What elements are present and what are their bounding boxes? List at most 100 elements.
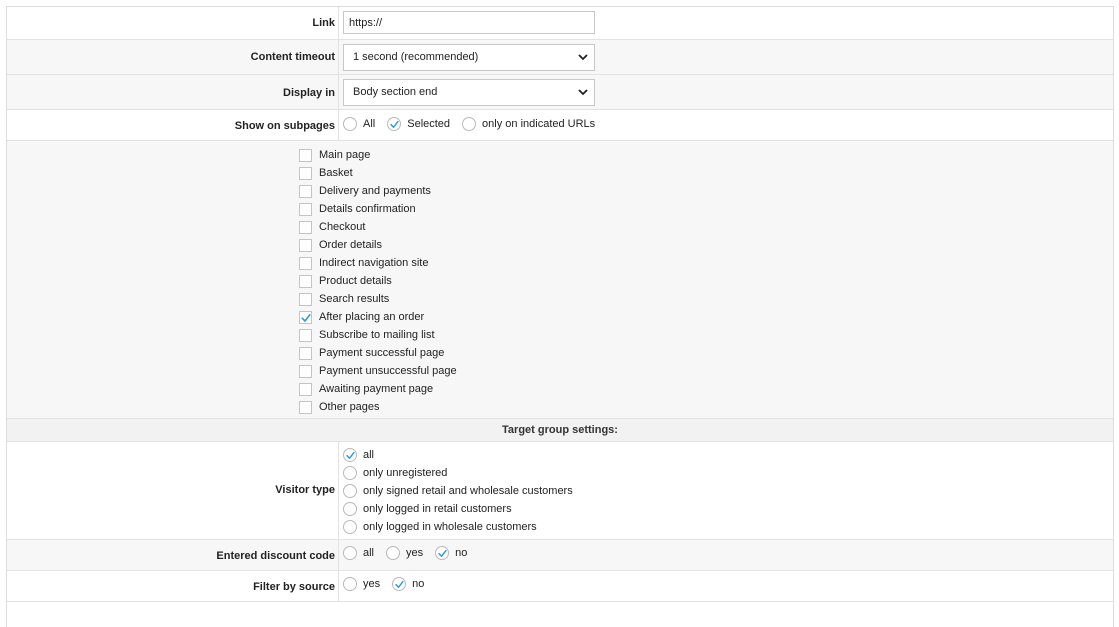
checkbox-icon[interactable]	[299, 346, 312, 360]
visitor-type-label: Visitor type	[275, 484, 335, 496]
discount-code-radios: all yes no	[343, 546, 479, 560]
subpage-checkbox-label: Subscribe to mailing list	[319, 329, 435, 341]
radio-icon[interactable]	[343, 546, 357, 560]
link-input[interactable]	[343, 11, 595, 34]
subpage-checkbox-item[interactable]: Other pages	[299, 398, 457, 416]
check-icon	[390, 120, 399, 128]
check-icon	[395, 580, 404, 588]
visitor-type-option[interactable]: only logged in retail customers	[343, 500, 573, 518]
subpage-checkbox-label: Awaiting payment page	[319, 383, 434, 395]
discount-code-option[interactable]: no	[435, 546, 467, 560]
checkbox-icon[interactable]	[299, 184, 312, 198]
subpage-checkbox-label: Payment unsuccessful page	[319, 365, 457, 377]
radio-icon[interactable]	[343, 117, 357, 131]
content-timeout-select[interactable]: 1 second (recommended)	[343, 44, 595, 71]
radio-icon[interactable]	[462, 117, 477, 131]
visitor-type-option-label: only logged in wholesale customers	[363, 521, 537, 533]
column-divider	[338, 7, 339, 39]
subpage-checkbox-item[interactable]: Payment unsuccessful page	[299, 362, 457, 380]
subpage-checkbox-item[interactable]: Product details	[299, 272, 457, 290]
radio-icon[interactable]	[386, 546, 401, 560]
radio-checked-icon[interactable]	[392, 577, 407, 591]
subpage-checkbox-item[interactable]: Basket	[299, 164, 457, 182]
subpage-checkbox-item[interactable]: Awaiting payment page	[299, 380, 457, 398]
column-divider	[338, 110, 339, 140]
checkbox-icon[interactable]	[299, 166, 312, 180]
chevron-down-icon	[578, 54, 588, 61]
subpage-mode-option[interactable]: only on indicated URLs	[462, 117, 595, 131]
content-timeout-row: Content timeout 1 second (recommended)	[7, 40, 1113, 75]
content-timeout-label: Content timeout	[250, 51, 335, 63]
subpage-checkbox-item[interactable]: Delivery and payments	[299, 182, 457, 200]
filter-source-row: Filter by source yes no	[7, 571, 1113, 602]
checkbox-icon[interactable]	[299, 238, 312, 252]
settings-form: Link Content timeout 1 second (recommend…	[0, 0, 1119, 627]
chevron-down-icon	[578, 89, 588, 96]
checkbox-icon[interactable]	[299, 202, 312, 216]
visitor-type-option[interactable]: all	[343, 446, 573, 464]
discount-code-label: Entered discount code	[216, 550, 335, 562]
filter-source-option-label: no	[412, 578, 425, 590]
subpage-checkbox-item[interactable]: Details confirmation	[299, 200, 457, 218]
subpage-checkbox-label: Basket	[319, 167, 353, 179]
subpage-checkbox-item[interactable]: Search results	[299, 290, 457, 308]
discount-code-option-label: all	[363, 547, 375, 559]
subpage-checkbox-label: Search results	[319, 293, 390, 305]
checkbox-icon[interactable]	[299, 256, 312, 270]
checkbox-checked-icon[interactable]	[299, 310, 312, 324]
subpage-checkbox-item[interactable]: After placing an order	[299, 308, 457, 326]
subpage-checkbox-item[interactable]: Payment successful page	[299, 344, 457, 362]
discount-code-option[interactable]: all	[343, 546, 374, 560]
subpage-checkbox-label: Other pages	[319, 401, 380, 413]
checkbox-icon[interactable]	[299, 328, 312, 342]
column-divider	[338, 540, 339, 570]
checkbox-icon[interactable]	[299, 292, 312, 306]
content-timeout-value: 1 second (recommended)	[353, 51, 479, 63]
radio-icon[interactable]	[343, 520, 357, 534]
checkbox-icon[interactable]	[299, 400, 312, 414]
subpage-checkbox-label: Delivery and payments	[319, 185, 431, 197]
checkbox-icon[interactable]	[299, 220, 312, 234]
column-divider	[338, 571, 339, 601]
checkbox-icon[interactable]	[299, 274, 312, 288]
filter-source-option[interactable]: no	[392, 577, 424, 591]
subpage-checkbox-label: Details confirmation	[319, 203, 416, 215]
subpage-mode-option[interactable]: Selected	[387, 117, 450, 131]
visitor-type-option-label: all	[363, 449, 375, 461]
display-in-select[interactable]: Body section end	[343, 79, 595, 106]
radio-checked-icon[interactable]	[343, 448, 357, 462]
visitor-type-option-label: only logged in retail customers	[363, 503, 512, 515]
discount-code-option[interactable]: yes	[386, 546, 423, 560]
subpage-checkbox-item[interactable]: Indirect navigation site	[299, 254, 457, 272]
visitor-type-option[interactable]: only unregistered	[343, 464, 573, 482]
show-on-subpages-radios: All Selected only on indicated URLs	[343, 117, 607, 131]
radio-icon[interactable]	[343, 484, 357, 498]
subpage-mode-option[interactable]: All	[343, 117, 375, 131]
checkbox-icon[interactable]	[299, 382, 312, 396]
display-in-row: Display in Body section end	[7, 75, 1113, 110]
subpage-checkbox-item[interactable]: Subscribe to mailing list	[299, 326, 457, 344]
column-divider	[338, 40, 339, 74]
visitor-type-option[interactable]: only signed retail and wholesale custome…	[343, 482, 573, 500]
visitor-type-row: Visitor type all only unregistered only si…	[7, 442, 1113, 540]
target-group-heading: Target group settings:	[7, 419, 1113, 442]
subpage-checkbox-label: Checkout	[319, 221, 366, 233]
subpage-checkbox-label: Order details	[319, 239, 382, 251]
show-on-subpages-label: Show on subpages	[234, 120, 335, 132]
radio-checked-icon[interactable]	[435, 546, 450, 560]
subpage-mode-option-label: All	[363, 118, 376, 130]
subpage-checkbox-item[interactable]: Main page	[299, 146, 457, 164]
radio-checked-icon[interactable]	[387, 117, 402, 131]
subpage-checklist: Main page Basket Delivery and payments Deta…	[299, 146, 457, 416]
radio-icon[interactable]	[343, 466, 357, 480]
radio-icon[interactable]	[343, 502, 357, 516]
filter-source-option-label: yes	[363, 578, 381, 590]
radio-icon[interactable]	[343, 577, 357, 591]
checkbox-icon[interactable]	[299, 148, 312, 162]
filter-source-option[interactable]: yes	[343, 577, 380, 591]
visitor-type-option[interactable]: only logged in wholesale customers	[343, 518, 573, 536]
subpage-checkbox-item[interactable]: Checkout	[299, 218, 457, 236]
checkbox-icon[interactable]	[299, 364, 312, 378]
subpage-checkbox-item[interactable]: Order details	[299, 236, 457, 254]
subpage-list-row: Main page Basket Delivery and payments Deta…	[7, 141, 1113, 419]
